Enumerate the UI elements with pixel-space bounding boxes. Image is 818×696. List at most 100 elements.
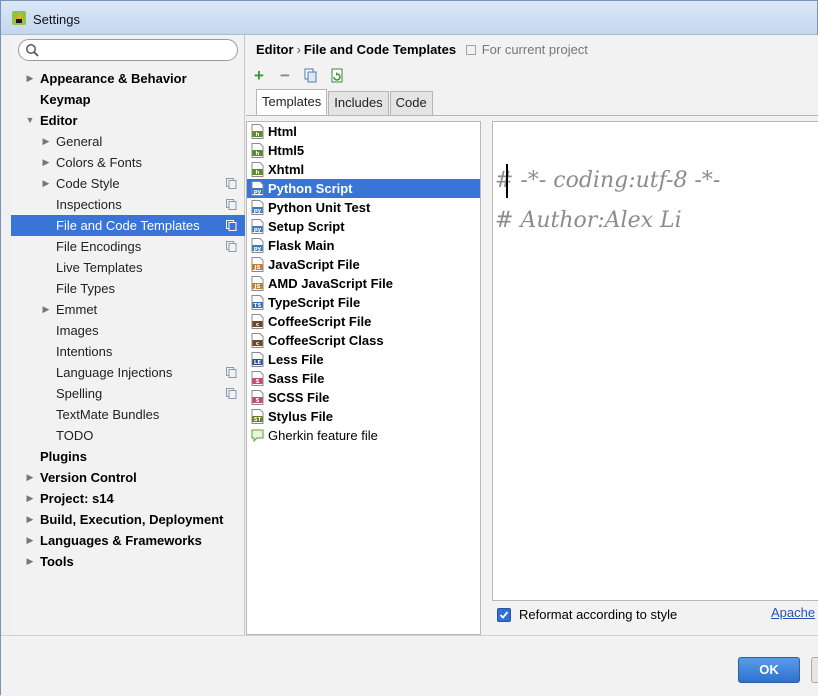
expand-right-icon[interactable]: ▶ <box>41 152 51 173</box>
template-list-item[interactable]: JS JavaScript File <box>247 255 480 274</box>
sidebar-item[interactable]: Plugins <box>11 446 245 467</box>
sidebar-item-label: Emmet <box>56 302 98 317</box>
apache-link[interactable]: Apache <box>771 605 815 620</box>
template-list-item[interactable]: py Flask Main <box>247 236 480 255</box>
expand-right-icon[interactable]: ▶ <box>41 173 51 194</box>
javascript-file-icon: JS <box>251 257 264 272</box>
template-list-item[interactable]: JS AMD JavaScript File <box>247 274 480 293</box>
settings-tree: ▶ Appearance & Behavior Keymap ▼ Editor ▶ Gene… <box>11 68 245 572</box>
sidebar-item[interactable]: File Encodings <box>11 236 245 257</box>
sidebar-item[interactable]: Spelling <box>11 383 245 404</box>
template-editor[interactable]: # -*- coding:utf-8 -*- # Author:Alex Li <box>492 121 818 601</box>
sidebar-item[interactable]: ▶ Languages & Frameworks <box>11 530 245 551</box>
sidebar-item[interactable]: File Types <box>11 278 245 299</box>
expand-right-icon[interactable]: ▶ <box>25 551 35 572</box>
template-list-item[interactable]: py Python Unit Test <box>247 198 480 217</box>
add-template-button[interactable]: + <box>250 67 268 85</box>
template-list-item[interactable]: ST Stylus File <box>247 407 480 426</box>
settings-sidebar: ▶ Appearance & Behavior Keymap ▼ Editor ▶ Gene… <box>11 35 245 635</box>
template-label: Html <box>268 124 297 139</box>
svg-text:JS: JS <box>253 265 260 271</box>
template-list-item[interactable]: h Html <box>247 122 480 141</box>
tabs-divider <box>246 115 818 116</box>
tab-includes[interactable]: Includes <box>328 91 389 115</box>
copy-template-button[interactable] <box>302 67 320 85</box>
project-scope-icon <box>465 45 476 55</box>
templates-toolbar: + − <box>250 67 346 87</box>
expand-right-icon[interactable]: ▶ <box>41 131 51 152</box>
svg-text:TS: TS <box>254 303 262 309</box>
expand-right-icon[interactable]: ▶ <box>25 467 35 488</box>
template-label: Gherkin feature file <box>268 428 378 443</box>
gherkin-file-icon <box>251 429 264 443</box>
remove-template-button[interactable]: − <box>276 67 294 85</box>
python-file-icon: py <box>251 238 264 253</box>
search-input[interactable] <box>43 42 231 58</box>
main-panel: Editor › File and Code Templates For curre… <box>246 35 818 635</box>
sidebar-item[interactable]: Language Injections <box>11 362 245 383</box>
code-line: # -*- coding:utf-8 -*- <box>495 168 721 193</box>
template-list-item[interactable]: py Python Script <box>247 179 480 198</box>
sidebar-item-label: General <box>56 134 103 149</box>
tab-code[interactable]: Code <box>389 91 433 115</box>
template-list-item[interactable]: c CoffeeScript Class <box>247 331 480 350</box>
expand-right-icon[interactable]: ▶ <box>41 299 51 320</box>
sidebar-item-label: Colors & Fonts <box>56 155 142 170</box>
sidebar-item[interactable]: Inspections <box>11 194 245 215</box>
template-label: Html5 <box>268 143 305 158</box>
template-label: Less File <box>268 352 324 367</box>
minus-icon: − <box>280 66 290 85</box>
reformat-checkbox[interactable] <box>497 607 511 622</box>
sidebar-item[interactable]: ▶ General <box>11 131 245 152</box>
expand-down-icon[interactable]: ▼ <box>25 110 35 131</box>
sidebar-item-label: Version Control <box>40 470 137 485</box>
settings-window: Settings ▶ Appearance & Behavior Keymap ▼ Ed… <box>0 0 818 696</box>
sidebar-item[interactable]: ▶ Tools <box>11 551 245 572</box>
template-label: SCSS File <box>268 390 330 405</box>
template-list-item[interactable]: Gherkin feature file <box>247 426 480 445</box>
javascript-file-icon: JS <box>251 276 264 291</box>
sidebar-item[interactable]: TextMate Bundles <box>11 404 245 425</box>
sidebar-item[interactable]: ▶ Colors & Fonts <box>11 152 245 173</box>
sidebar-item-label: Plugins <box>40 449 87 464</box>
sidebar-item[interactable]: ▼ Editor <box>11 110 245 131</box>
sidebar-item-label: TextMate Bundles <box>56 407 160 422</box>
svg-text:py: py <box>254 189 262 195</box>
template-list-item[interactable]: h Xhtml <box>247 160 480 179</box>
search-box[interactable] <box>18 39 238 61</box>
template-list-item[interactable]: TS TypeScript File <box>247 293 480 312</box>
dialog-buttons: OK <box>1 635 818 696</box>
sidebar-item[interactable]: ▶ Emmet <box>11 299 245 320</box>
sidebar-item[interactable]: ▶ Appearance & Behavior <box>11 68 245 89</box>
sidebar-item-label: Languages & Frameworks <box>40 533 202 548</box>
expand-right-icon[interactable]: ▶ <box>25 488 35 509</box>
template-list-item[interactable]: c CoffeeScript File <box>247 312 480 331</box>
sidebar-item[interactable]: Images <box>11 320 245 341</box>
sidebar-item[interactable]: ▶ Version Control <box>11 467 245 488</box>
sidebar-item-label: File and Code Templates <box>56 218 200 233</box>
expand-right-icon[interactable]: ▶ <box>25 530 35 551</box>
template-list-item[interactable]: h Html5 <box>247 141 480 160</box>
template-list-item[interactable]: S SCSS File <box>247 388 480 407</box>
reformat-option[interactable]: Reformat according to style <box>497 607 677 622</box>
reset-template-button[interactable] <box>328 67 346 85</box>
tab-templates[interactable]: Templates <box>256 89 328 115</box>
breadcrumb-editor[interactable]: Editor <box>256 42 294 57</box>
ok-button[interactable]: OK <box>738 657 800 683</box>
sidebar-item[interactable]: Keymap <box>11 89 245 110</box>
sidebar-item-label: File Encodings <box>56 239 142 254</box>
template-list-item[interactable]: py Setup Script <box>247 217 480 236</box>
cancel-button[interactable] <box>811 657 818 683</box>
search-icon <box>26 44 39 57</box>
expand-right-icon[interactable]: ▶ <box>25 68 35 89</box>
template-list-item[interactable]: LE Less File <box>247 350 480 369</box>
sidebar-item[interactable]: ▶ Build, Execution, Deployment <box>11 509 245 530</box>
sidebar-item[interactable]: ▶ Code Style <box>11 173 245 194</box>
sidebar-item[interactable]: File and Code Templates <box>11 215 245 236</box>
sidebar-item[interactable]: Intentions <box>11 341 245 362</box>
sidebar-item[interactable]: TODO <box>11 425 245 446</box>
sidebar-item[interactable]: Live Templates <box>11 257 245 278</box>
sidebar-item[interactable]: ▶ Project: s14 <box>11 488 245 509</box>
template-list-item[interactable]: S Sass File <box>247 369 480 388</box>
expand-right-icon[interactable]: ▶ <box>25 509 35 530</box>
